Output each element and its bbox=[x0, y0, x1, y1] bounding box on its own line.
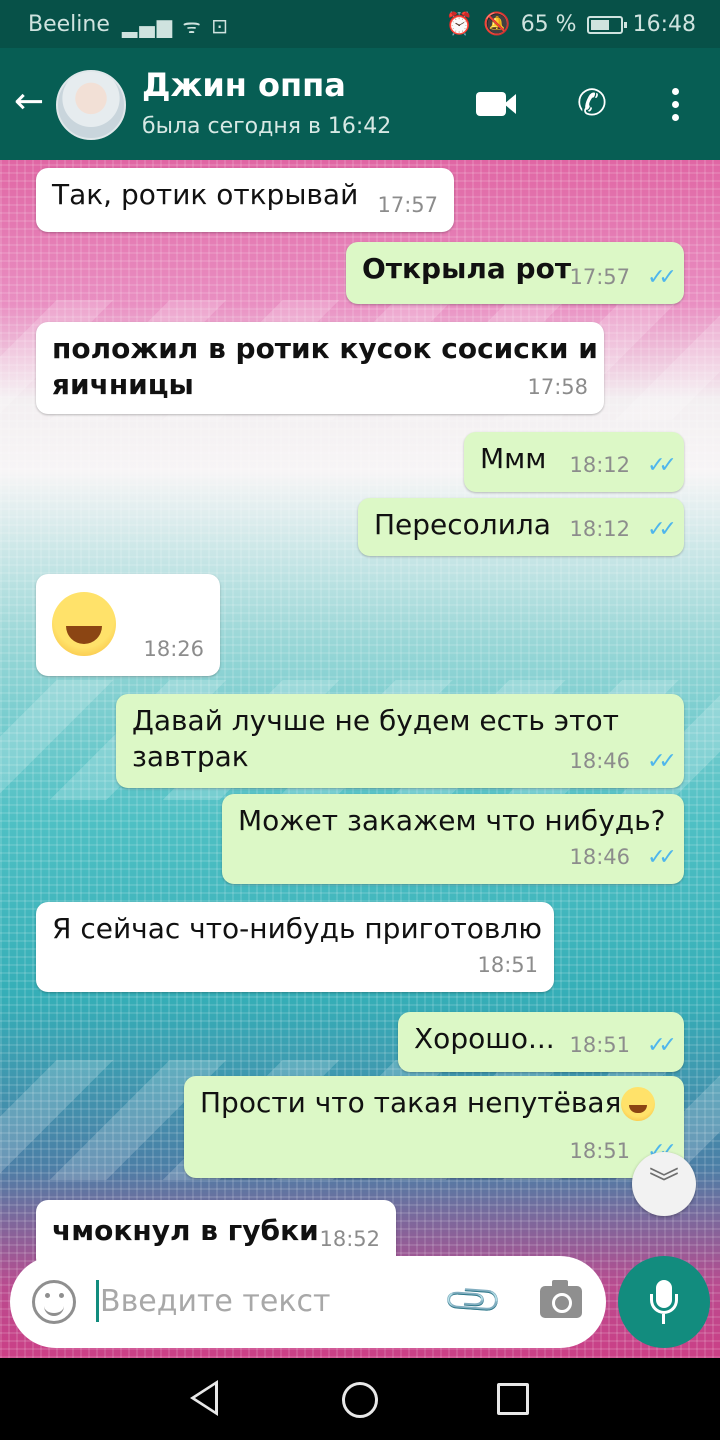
read-ticks-icon: ✓✓ bbox=[647, 453, 677, 478]
read-ticks-icon: ✓✓ bbox=[647, 749, 677, 774]
carrier-label: Beeline bbox=[28, 12, 110, 37]
sweat-smile-emoji-icon bbox=[621, 1087, 656, 1121]
last-seen: была сегодня в 16:42 bbox=[142, 114, 392, 139]
message-time: 18:52 bbox=[319, 1227, 380, 1251]
message-outgoing[interactable]: Пересолила 18:12 ✓✓ bbox=[358, 498, 684, 556]
status-right: ⏰ 🔕 65 % 16:48 bbox=[446, 12, 696, 37]
message-text: Может закажем что нибудь? bbox=[238, 804, 666, 837]
contact-name[interactable]: Джин оппа bbox=[142, 66, 346, 104]
read-ticks-icon: ✓✓ bbox=[647, 845, 677, 870]
message-outgoing[interactable]: Прости что такая непутёвая 18:51 ✓✓ bbox=[184, 1076, 684, 1178]
arrow-left-icon[interactable]: ← bbox=[14, 84, 44, 120]
message-text: Давай лучше не будем есть этот bbox=[132, 704, 619, 737]
message-outgoing[interactable]: Давай лучше не будем есть этот завтрак 1… bbox=[116, 694, 684, 788]
message-time: 17:58 bbox=[527, 375, 588, 399]
message-incoming[interactable]: 18:26 bbox=[36, 574, 220, 676]
message-incoming[interactable]: Я сейчас что-нибудь приготовлю 18:51 bbox=[36, 902, 554, 992]
message-time: 18:51 bbox=[477, 953, 538, 977]
message-time: 17:57 bbox=[377, 193, 438, 217]
text-cursor bbox=[96, 1280, 99, 1322]
chat-background[interactable]: Так, ротик открывай 17:57 Открыла рот 17… bbox=[0, 160, 720, 1358]
phone-icon[interactable]: ✆ bbox=[570, 82, 614, 126]
nav-back-icon[interactable] bbox=[190, 1380, 218, 1416]
message-outgoing[interactable]: Открыла рот 17:57 ✓✓ bbox=[346, 242, 684, 304]
mute-icon: 🔕 bbox=[483, 12, 511, 37]
smiley-icon[interactable] bbox=[32, 1280, 76, 1324]
message-incoming[interactable]: Так, ротик открывай 17:57 bbox=[36, 168, 454, 232]
avatar[interactable] bbox=[56, 70, 126, 140]
camera-icon[interactable] bbox=[540, 1280, 582, 1318]
message-text: Прости что такая непутёвая bbox=[200, 1084, 656, 1121]
message-input[interactable] bbox=[100, 1276, 420, 1326]
message-text: Ммм bbox=[480, 442, 547, 475]
message-text: Открыла рот bbox=[362, 252, 572, 285]
message-text: чмокнул в губки bbox=[52, 1214, 319, 1247]
message-time: 18:51 bbox=[569, 1033, 630, 1057]
message-outgoing[interactable]: Может закажем что нибудь? 18:46 ✓✓ bbox=[222, 794, 684, 884]
nav-home-icon[interactable] bbox=[342, 1382, 378, 1418]
battery-icon bbox=[586, 15, 627, 34]
message-time: 18:46 bbox=[569, 749, 630, 773]
message-outgoing[interactable]: Ммм 18:12 ✓✓ bbox=[464, 432, 684, 492]
chat-header: ← Джин оппа была сегодня в 16:42 ✆ bbox=[0, 48, 720, 160]
message-text: Так, ротик открывай bbox=[52, 178, 359, 211]
message-time: 18:46 bbox=[569, 845, 630, 869]
message-composer: 📎 bbox=[10, 1256, 606, 1348]
message-time: 18:26 bbox=[143, 637, 204, 661]
message-outgoing[interactable]: Хорошо... 18:51 ✓✓ bbox=[398, 1012, 684, 1072]
chevron-double-down-icon[interactable]: ︾ bbox=[632, 1152, 696, 1216]
message-time: 17:57 bbox=[569, 265, 630, 289]
status-bar: Beeline ▂▄▆ ᯤ ⊡ ⏰ 🔕 65 % 16:48 bbox=[0, 0, 720, 48]
message-text: Пересолила bbox=[374, 508, 551, 541]
message-incoming[interactable]: положил в ротик кусок сосиски и яичницы … bbox=[36, 322, 604, 414]
message-text: Хорошо... bbox=[414, 1022, 555, 1055]
clock: 16:48 bbox=[632, 12, 696, 37]
read-ticks-icon: ✓✓ bbox=[647, 265, 677, 290]
video-camera-icon[interactable] bbox=[474, 82, 518, 126]
message-text-line2: яичницы bbox=[52, 368, 194, 401]
message-time: 18:51 bbox=[569, 1139, 630, 1163]
read-ticks-icon: ✓✓ bbox=[647, 517, 677, 542]
message-text: Я сейчас что-нибудь приготовлю bbox=[52, 912, 542, 945]
battery-percent: 65 % bbox=[520, 12, 577, 37]
read-ticks-icon: ✓✓ bbox=[647, 1033, 677, 1058]
message-time: 18:12 bbox=[569, 517, 630, 541]
message-text: положил в ротик кусок сосиски и bbox=[52, 332, 598, 365]
message-time: 18:12 bbox=[569, 453, 630, 477]
paperclip-icon[interactable]: 📎 bbox=[441, 1268, 506, 1333]
more-vert-icon[interactable] bbox=[654, 82, 698, 126]
microphone-icon[interactable] bbox=[618, 1256, 710, 1348]
nav-recents-icon[interactable] bbox=[497, 1383, 529, 1415]
signal-wifi-icons: ▂▄▆ ᯤ ⊡ bbox=[122, 14, 230, 38]
tears-of-joy-emoji-icon bbox=[52, 592, 116, 656]
message-text-line2: завтрак bbox=[132, 740, 249, 773]
alarm-icon: ⏰ bbox=[445, 12, 474, 37]
system-nav-bar bbox=[0, 1358, 720, 1440]
